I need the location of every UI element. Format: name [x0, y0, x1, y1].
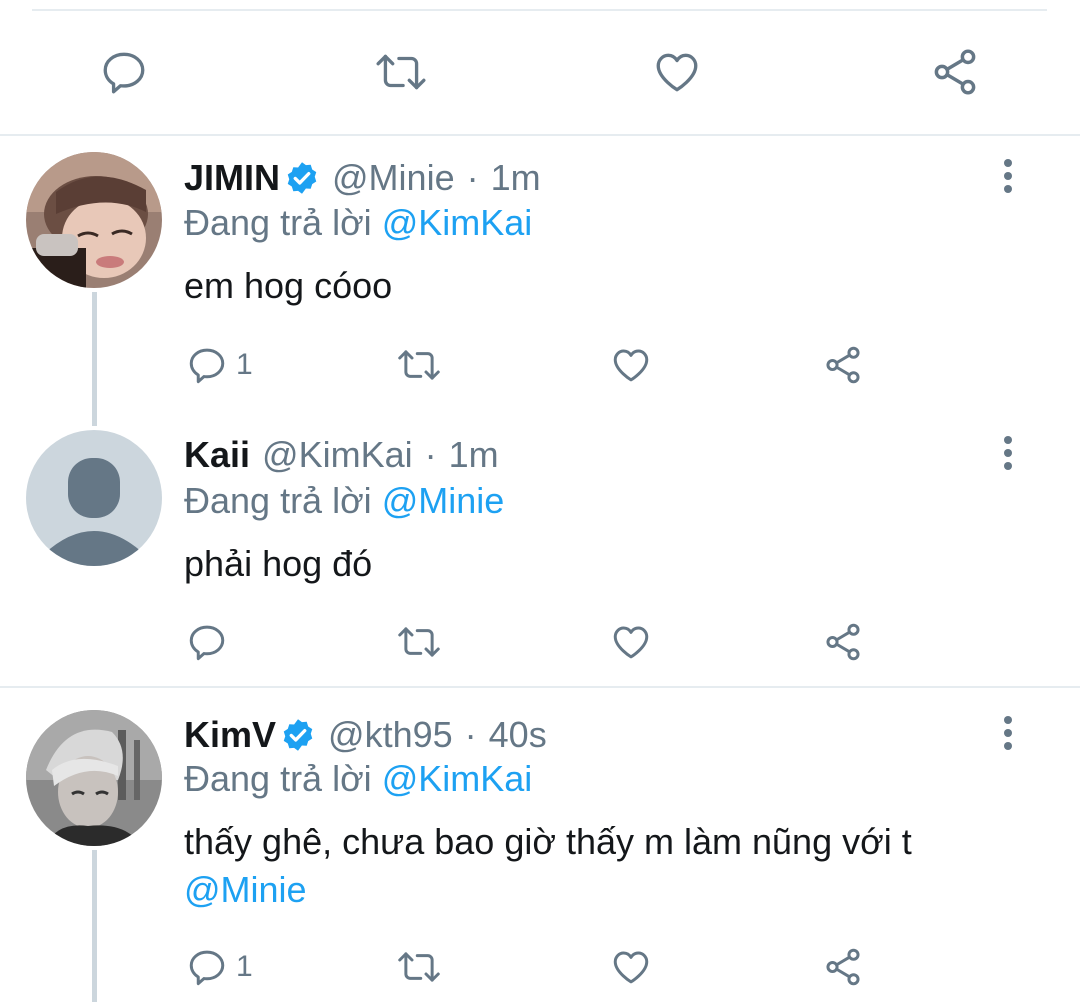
tweet-header: KimV @kth95 · 40s — [184, 713, 547, 757]
share-icon — [822, 344, 864, 386]
main-tweet-actions — [0, 30, 1080, 120]
timestamp[interactable]: 40s — [489, 714, 547, 756]
mention-link[interactable]: @KimKai — [382, 202, 533, 243]
reply-button[interactable]: 1 — [186, 944, 253, 990]
retweet-icon — [374, 47, 428, 97]
mention-link[interactable]: @Minie — [184, 869, 307, 910]
heart-icon — [610, 344, 652, 386]
share-icon — [822, 621, 864, 663]
display-name[interactable]: Kaii — [184, 434, 250, 476]
display-name[interactable]: KimV — [184, 714, 276, 756]
share-icon — [929, 46, 981, 98]
like-button[interactable] — [610, 619, 652, 665]
reply-button[interactable]: 1 — [186, 342, 253, 388]
handle[interactable]: @Minie — [332, 157, 455, 199]
avatar-kimv[interactable] — [26, 710, 162, 846]
retweet-icon — [396, 621, 442, 663]
share-button[interactable] — [822, 342, 864, 388]
more-options-button[interactable] — [990, 433, 1026, 473]
timestamp[interactable]: 1m — [449, 434, 499, 476]
avatar-kaii[interactable] — [26, 430, 162, 566]
tweet-actions — [184, 619, 1044, 665]
retweet-icon — [396, 344, 442, 386]
more-vertical-icon — [1002, 715, 1014, 751]
share-button[interactable] — [925, 42, 985, 102]
share-button[interactable] — [822, 944, 864, 990]
reply-icon — [186, 946, 228, 988]
like-button[interactable] — [647, 42, 707, 102]
heart-icon — [651, 47, 703, 97]
dot-separator: · — [466, 157, 479, 198]
dot-separator: · — [464, 714, 477, 755]
retweet-button[interactable] — [396, 342, 442, 388]
replying-label: Đang trả lời — [184, 202, 372, 243]
tweet-header: Kaii @KimKai · 1m — [184, 433, 499, 477]
dot-separator: · — [424, 434, 437, 475]
tweet-text: thấy ghê, chưa bao giờ thấy m làm nũng v… — [184, 818, 912, 914]
like-button[interactable] — [610, 342, 652, 388]
share-button[interactable] — [822, 619, 864, 665]
reply-button[interactable] — [94, 42, 154, 102]
display-name[interactable]: JIMIN — [184, 157, 280, 199]
thread-connector — [92, 292, 97, 426]
tweet-text: phải hog đó — [184, 543, 373, 584]
reply-icon — [186, 621, 228, 663]
more-vertical-icon — [1002, 435, 1014, 471]
mention-link[interactable]: @Minie — [382, 480, 505, 521]
retweet-button[interactable] — [396, 944, 442, 990]
retweet-icon — [396, 946, 442, 988]
handle[interactable]: @kth95 — [328, 714, 453, 756]
share-icon — [822, 946, 864, 988]
more-options-button[interactable] — [990, 156, 1026, 196]
handle[interactable]: @KimKai — [262, 434, 413, 476]
verified-badge-icon — [284, 160, 320, 196]
verified-badge-icon — [280, 717, 316, 753]
more-vertical-icon — [1002, 158, 1014, 194]
reply-button[interactable] — [186, 619, 236, 665]
reply-icon — [186, 344, 228, 386]
avatar-jimin[interactable] — [26, 152, 162, 288]
heart-icon — [610, 946, 652, 988]
divider — [0, 134, 1080, 136]
reply-count: 1 — [236, 950, 253, 983]
tweet-header: JIMIN @Minie · 1m — [184, 156, 541, 200]
timestamp[interactable]: 1m — [491, 157, 541, 199]
top-divider — [32, 9, 1047, 11]
replying-label: Đang trả lời — [184, 758, 372, 799]
reply-count: 1 — [236, 348, 253, 381]
tweet-actions: 1 — [184, 944, 1044, 990]
replying-label: Đang trả lời — [184, 480, 372, 521]
tweet-text: em hog cóoo — [184, 265, 393, 306]
heart-icon — [610, 621, 652, 663]
replying-to-line: Đang trả lời @KimKai — [184, 202, 532, 244]
retweet-button[interactable] — [371, 42, 431, 102]
reply-icon — [99, 47, 149, 97]
replying-to-line: Đang trả lời @KimKai — [184, 758, 532, 800]
tweet-text-line: thấy ghê, chưa bao giờ thấy m làm nũng v… — [184, 821, 912, 862]
thread-connector — [92, 850, 97, 1002]
divider — [0, 686, 1080, 688]
replying-to-line: Đang trả lời @Minie — [184, 480, 504, 522]
tweet-actions: 1 — [184, 342, 1044, 388]
more-options-button[interactable] — [990, 713, 1026, 753]
mention-link[interactable]: @KimKai — [382, 758, 533, 799]
retweet-button[interactable] — [396, 619, 442, 665]
like-button[interactable] — [610, 944, 652, 990]
